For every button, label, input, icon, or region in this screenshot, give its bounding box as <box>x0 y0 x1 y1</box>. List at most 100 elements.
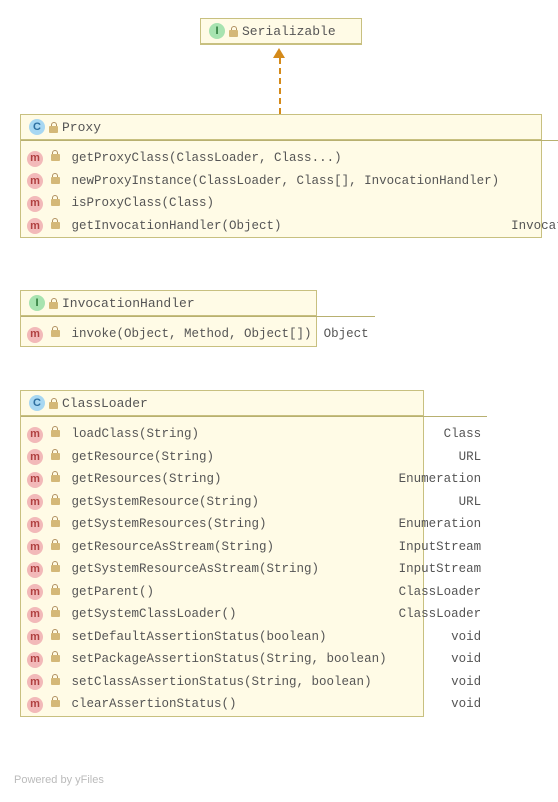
method-icon: m <box>27 607 43 623</box>
invocationHandler-box: I InvocationHandler m invoke(Object, Metho… <box>20 290 317 347</box>
member-row: m getParent()ClassLoader <box>21 581 487 604</box>
member-signature: invoke(Object, Method, Object[]) <box>66 323 318 346</box>
member-row: m setClassAssertionStatus(String, boolea… <box>21 671 487 694</box>
member-return: Enumeration <box>393 513 488 536</box>
method-icon: m <box>27 562 43 578</box>
member-return: InputStream <box>393 558 488 581</box>
lock-icon <box>49 122 58 133</box>
member-row: m getSystemResources(String)Enumeration <box>21 513 487 536</box>
method-icon: m <box>27 427 43 443</box>
class-name: Serializable <box>242 24 336 39</box>
method-icon: m <box>27 472 43 488</box>
lock-icon <box>51 449 60 460</box>
member-table: m loadClass(String)Classm getResource(St… <box>21 416 487 716</box>
member-signature: getSystemResource(String) <box>66 491 393 514</box>
class-icon: C <box>29 119 45 135</box>
method-icon: m <box>27 539 43 555</box>
lock-icon <box>51 584 60 595</box>
lock-icon <box>51 651 60 662</box>
member-return: InputStream <box>393 536 488 559</box>
member-signature: newProxyInstance(ClassLoader, Class[], I… <box>66 170 506 193</box>
member-signature: setClassAssertionStatus(String, boolean) <box>66 671 393 694</box>
member-row: m getSystemResource(String)URL <box>21 491 487 514</box>
interface-icon: I <box>29 295 45 311</box>
member-signature: setPackageAssertionStatus(String, boolea… <box>66 648 393 671</box>
member-signature: getProxyClass(ClassLoader, Class...) <box>66 147 506 170</box>
member-return: Object <box>505 170 558 193</box>
member-row: m loadClass(String)Class <box>21 423 487 446</box>
member-row: m getResourceAsStream(String)InputStream <box>21 536 487 559</box>
class-header: I InvocationHandler <box>21 291 316 316</box>
member-return: void <box>393 693 488 716</box>
lock-icon <box>51 674 60 685</box>
class-name: InvocationHandler <box>62 296 195 311</box>
member-signature: getSystemResources(String) <box>66 513 393 536</box>
lock-icon <box>229 26 238 37</box>
member-table: m invoke(Object, Method, Object[])Object <box>21 316 375 346</box>
member-row: m setDefaultAssertionStatus(boolean)void <box>21 626 487 649</box>
member-row: m getProxyClass(ClassLoader, Class...)Cl… <box>21 147 558 170</box>
lock-icon <box>49 298 58 309</box>
lock-icon <box>51 173 60 184</box>
member-return: ClassLoader <box>393 581 488 604</box>
member-return: boolean <box>505 192 558 215</box>
realization-arrow-head <box>273 48 285 58</box>
class-header: C Proxy <box>21 115 541 140</box>
lock-icon <box>49 398 58 409</box>
method-icon: m <box>27 652 43 668</box>
member-signature: loadClass(String) <box>66 423 393 446</box>
method-icon: m <box>27 196 43 212</box>
member-signature: setDefaultAssertionStatus(boolean) <box>66 626 393 649</box>
member-row: m isProxyClass(Class)boolean <box>21 192 558 215</box>
method-icon: m <box>27 173 43 189</box>
lock-icon <box>51 195 60 206</box>
lock-icon <box>51 516 60 527</box>
member-signature: isProxyClass(Class) <box>66 192 506 215</box>
lock-icon <box>51 629 60 640</box>
member-return: InvocationHandler <box>505 215 558 238</box>
classLoader-box: CClassLoaderm loadClass(String)Classm ge… <box>20 390 424 717</box>
member-signature: getResourceAsStream(String) <box>66 536 393 559</box>
member-return: Enumeration <box>393 468 488 491</box>
member-row: m getResources(String)Enumeration <box>21 468 487 491</box>
method-icon: m <box>27 218 43 234</box>
member-return: void <box>393 626 488 649</box>
lock-icon <box>51 696 60 707</box>
member-row: m getInvocationHandler(Object)Invocation… <box>21 215 558 238</box>
member-return: Object <box>318 323 375 346</box>
method-icon: m <box>27 674 43 690</box>
watermark: Powered by yFiles <box>14 774 104 786</box>
class-name: ClassLoader <box>62 396 148 411</box>
lock-icon <box>51 494 60 505</box>
member-signature: getInvocationHandler(Object) <box>66 215 506 238</box>
member-table: m getProxyClass(ClassLoader, Class...)Cl… <box>21 140 558 237</box>
method-icon: m <box>27 494 43 510</box>
class-header: C ClassLoader <box>21 391 423 416</box>
lock-icon <box>51 606 60 617</box>
member-signature: getResource(String) <box>66 446 393 469</box>
class-name: Proxy <box>62 120 101 135</box>
lock-icon <box>51 218 60 229</box>
serializable-box: ISerializable <box>200 18 362 45</box>
member-row: m invoke(Object, Method, Object[])Object <box>21 323 375 346</box>
method-icon: m <box>27 629 43 645</box>
member-signature: getParent() <box>66 581 393 604</box>
lock-icon <box>51 150 60 161</box>
method-icon: m <box>27 449 43 465</box>
member-return: URL <box>393 446 488 469</box>
member-return: URL <box>393 491 488 514</box>
class-icon: C <box>29 395 45 411</box>
lock-icon <box>51 539 60 550</box>
member-row: m clearAssertionStatus()void <box>21 693 487 716</box>
method-icon: m <box>27 697 43 713</box>
lock-icon <box>51 326 60 337</box>
member-return: ClassLoader <box>393 603 488 626</box>
method-icon: m <box>27 584 43 600</box>
lock-icon <box>51 426 60 437</box>
member-return: void <box>393 671 488 694</box>
method-icon: m <box>27 327 43 343</box>
member-row: m newProxyInstance(ClassLoader, Class[],… <box>21 170 558 193</box>
member-signature: clearAssertionStatus() <box>66 693 393 716</box>
proxy-box: C Proxy m getProxyClass(ClassLoader, Class… <box>20 114 542 238</box>
member-signature: getSystemResourceAsStream(String) <box>66 558 393 581</box>
